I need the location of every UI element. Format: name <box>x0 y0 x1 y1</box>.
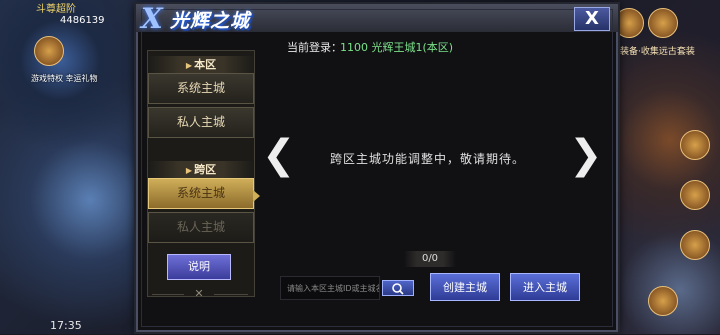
cross-group-header: ▶ 跨区 <box>148 161 254 178</box>
selected-arrow-icon <box>253 190 260 202</box>
local-group-header: ▶ 本区 <box>148 56 254 73</box>
enter-city-button[interactable]: 进入主城 <box>510 273 580 301</box>
search-button[interactable] <box>382 280 414 296</box>
x-logo-icon: X <box>141 2 163 35</box>
divider <box>214 294 248 295</box>
hud-collect-text: 装备·收集远古套装 <box>620 47 695 57</box>
explain-button[interactable]: 说明 <box>167 254 231 280</box>
page-counter: 0/0 <box>404 251 456 267</box>
menu-icon[interactable] <box>648 286 678 316</box>
next-arrow-icon[interactable]: ❯ <box>569 132 603 178</box>
emblem-icon: ✕ <box>194 287 204 300</box>
close-button[interactable]: X <box>574 7 610 31</box>
hud-avatar-icon[interactable] <box>648 8 678 38</box>
search-icon <box>392 283 404 295</box>
divider <box>152 294 184 295</box>
status-message: 跨区主城功能调整中，敬请期待。 <box>330 152 526 166</box>
create-city-button[interactable]: 创建主城 <box>430 273 500 301</box>
hud-coin-count: 4486139 <box>60 15 105 26</box>
prev-arrow-icon[interactable]: ❮ <box>262 132 296 178</box>
hud-friend-icon[interactable] <box>614 8 644 38</box>
triangle-icon: ▶ <box>185 166 193 175</box>
hud-rank-text: 斗尊超阶 <box>36 4 76 15</box>
login-value: 1100 光辉王城1(本区) <box>340 41 454 54</box>
daily-icon[interactable] <box>680 130 710 160</box>
login-label: 当前登录： <box>287 41 342 54</box>
clock-time: 17:35 <box>50 319 82 332</box>
sidebar-item-local-system-city[interactable]: 系统主城 <box>148 73 254 104</box>
task-icon[interactable] <box>680 180 710 210</box>
hud-event-label: 游戏特权 幸运礼物 <box>31 74 98 83</box>
triangle-icon: ▶ <box>185 61 193 70</box>
sidebar-item-local-private-city[interactable]: 私人主城 <box>148 107 254 138</box>
sidebar-item-cross-system-city[interactable]: 系统主城 <box>148 178 254 209</box>
event-gift-icon[interactable] <box>34 36 64 66</box>
cross-group-label: 跨区 <box>194 163 217 176</box>
search-input[interactable]: 请输入本区主城ID或主城名 <box>280 276 380 300</box>
bag-icon[interactable] <box>680 230 710 260</box>
dialog-title: 光辉之城 <box>170 10 251 32</box>
local-group-label: 本区 <box>194 58 217 71</box>
sidebar-item-cross-private-city[interactable]: 私人主城 <box>148 212 254 243</box>
